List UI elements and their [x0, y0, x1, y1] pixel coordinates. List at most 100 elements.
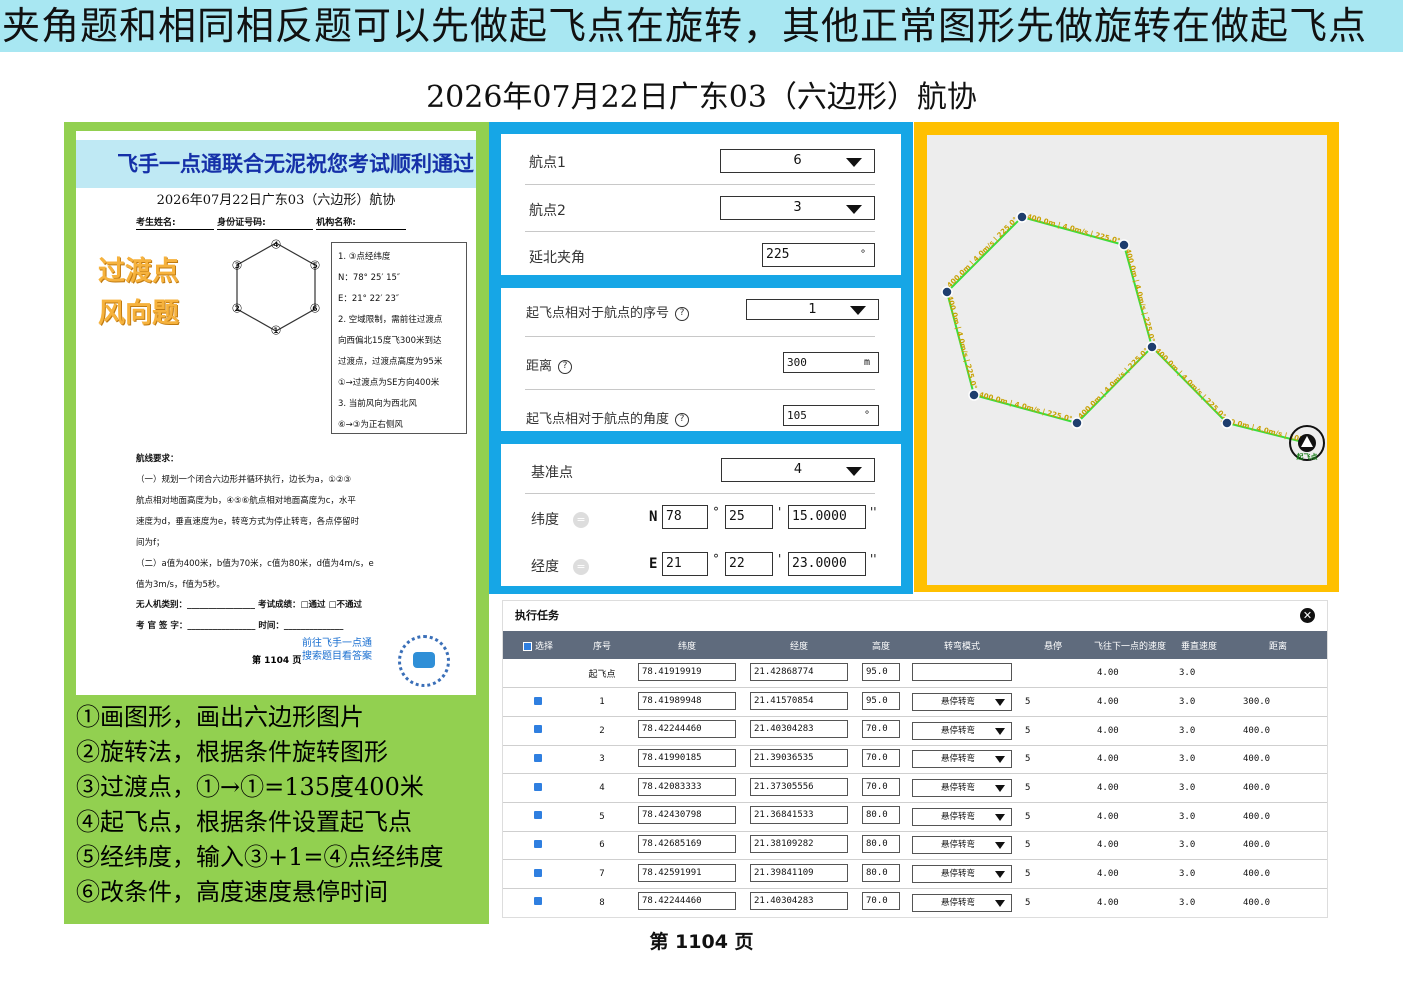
waypoint-5[interactable]	[941, 286, 953, 298]
takeoff-marker[interactable]: 起飞点	[1289, 425, 1325, 461]
lon-input[interactable]: 21.37305556	[750, 777, 848, 796]
help-icon[interactable]: ?	[675, 306, 690, 321]
row-checkbox[interactable]	[534, 839, 542, 848]
row-checkbox[interactable]	[534, 782, 542, 791]
turn-mode-select[interactable]: 悬停转弯	[912, 721, 1012, 740]
turn-mode-select[interactable]: 悬停转弯	[912, 836, 1012, 855]
route-map[interactable]: 300.0m | 4.0m/s | 105.0° 400.0m | 4.0m/s…	[927, 135, 1327, 585]
select-cell[interactable]	[503, 802, 573, 832]
row-checkbox[interactable]	[534, 753, 542, 762]
alt-input[interactable]: 80.0	[862, 834, 900, 853]
requirement-line: （二）a值为400米，b值为70米，c值为80米，d值为4m/s，e	[136, 559, 374, 569]
alt-input[interactable]: 70.0	[862, 777, 900, 796]
lat-input[interactable]: 78.41990185	[638, 748, 736, 767]
row-checkbox[interactable]	[534, 725, 542, 734]
distance-input[interactable]: 300 m	[783, 352, 879, 373]
select-cell[interactable]	[503, 659, 573, 689]
segment-label: 400.0m | 4.0m/s | 225.0°	[978, 391, 1073, 425]
distance-label: 距离	[526, 359, 553, 374]
waypoint-6[interactable]	[1016, 211, 1028, 223]
alt-input[interactable]: 95.0	[862, 691, 900, 710]
alt-input[interactable]: 95.0	[862, 662, 900, 681]
lat-input[interactable]: 78.42685169	[638, 834, 736, 853]
lon-degree-input[interactable]: 21	[662, 552, 708, 576]
waypoint-3[interactable]	[1071, 417, 1083, 429]
turn-mode-select[interactable]: 悬停转弯	[912, 750, 1012, 769]
select-cell[interactable]	[503, 773, 573, 803]
table-row[interactable]: 4 78.42083333 21.37305556 70.0 悬停转弯 5 4.00 3.0 4…	[503, 773, 1327, 803]
lon-input[interactable]: 21.36841533	[750, 806, 848, 825]
equals-icon[interactable]: =	[573, 559, 589, 575]
lat-input[interactable]: 78.42430798	[638, 806, 736, 825]
equals-icon[interactable]: =	[573, 512, 589, 528]
table-row[interactable]: 6 78.42685169 21.38109282 80.0 悬停转弯 5 4.00 3.0 4…	[503, 831, 1327, 861]
alt-input[interactable]: 70.0	[862, 748, 900, 767]
lat-input[interactable]: 78.42244460	[638, 720, 736, 739]
row-checkbox[interactable]	[534, 868, 542, 877]
turn-mode-select[interactable]: 悬停转弯	[912, 865, 1012, 884]
hover-cell: 5	[1017, 859, 1089, 889]
turn-mode-select[interactable]: 悬停转弯	[912, 893, 1012, 912]
wp1-select[interactable]: 6	[720, 149, 875, 173]
takeoff-angle-input[interactable]: 105 °	[783, 405, 879, 426]
select-all-checkbox[interactable]	[522, 641, 532, 651]
lat-minute-input[interactable]: 25	[725, 505, 773, 529]
lat-input[interactable]: 78.42244460	[638, 892, 736, 911]
table-row[interactable]: 8 78.42244460 21.40304283 70.0 悬停转弯 5 4.00 3.0 4…	[503, 888, 1327, 917]
takeoff-seq-select[interactable]: 1	[746, 299, 879, 320]
select-cell[interactable]	[503, 888, 573, 917]
row-checkbox[interactable]	[534, 696, 542, 705]
lon-second-input[interactable]: 23.0000	[788, 552, 866, 576]
base-point-select[interactable]: 4	[721, 458, 875, 482]
waypoint-7[interactable]	[1118, 239, 1130, 251]
lon-input[interactable]: 21.38109282	[750, 834, 848, 853]
lat-input[interactable]: 78.42083333	[638, 777, 736, 796]
wp1-label: 航点1	[529, 155, 566, 171]
lon-input[interactable]: 21.39036535	[750, 748, 848, 767]
wp2-select[interactable]: 3	[720, 196, 875, 220]
help-icon[interactable]: ?	[558, 359, 573, 374]
lat-input[interactable]: 78.42591991	[638, 863, 736, 882]
unit-degree: °	[863, 410, 870, 421]
select-cell[interactable]	[503, 745, 573, 775]
waypoint-1[interactable]	[1221, 417, 1233, 429]
alt-input[interactable]: 70.0	[862, 892, 900, 911]
waypoint-2[interactable]	[1146, 341, 1158, 353]
select-cell[interactable]	[503, 859, 573, 889]
lat-degree-input[interactable]: 78	[662, 505, 708, 529]
lat-second-input[interactable]: 15.0000	[788, 505, 866, 529]
north-angle-input[interactable]: 225 °	[762, 243, 875, 267]
alt-input[interactable]: 80.0	[862, 806, 900, 825]
lon-input[interactable]: 21.42868774	[750, 662, 848, 681]
select-cell[interactable]	[503, 716, 573, 746]
lon-input[interactable]: 21.40304283	[750, 720, 848, 739]
select-cell[interactable]	[503, 687, 573, 717]
help-icon[interactable]: ?	[675, 412, 690, 427]
lon-row-label: 经度 =	[531, 556, 589, 576]
close-icon[interactable]: ✕	[1300, 608, 1315, 623]
lon-minute-input[interactable]: 22	[725, 552, 773, 576]
lat-input[interactable]: 78.41989948	[638, 691, 736, 710]
table-row[interactable]: 7 78.42591991 21.39841109 80.0 悬停转弯 5 4.00 3.0 4…	[503, 859, 1327, 889]
table-row[interactable]: 起飞点 78.41919919 21.42868774 95.0 4.00 3.0	[503, 659, 1327, 689]
alt-input[interactable]: 70.0	[862, 720, 900, 739]
lon-input[interactable]: 21.40304283	[750, 892, 848, 911]
table-row[interactable]: 3 78.41990185 21.39036535 70.0 悬停转弯 5 4.00 3.0 4…	[503, 745, 1327, 775]
select-cell[interactable]	[503, 831, 573, 861]
alt-input[interactable]: 80.0	[862, 863, 900, 882]
table-row[interactable]: 1 78.41989948 21.41570854 95.0 悬停转弯 5 4.00 3.0 3…	[503, 687, 1327, 717]
table-row[interactable]: 5 78.42430798 21.36841533 80.0 悬停转弯 5 4.00 3.0 4…	[503, 802, 1327, 832]
waypoint-4[interactable]	[968, 389, 980, 401]
lon-input[interactable]: 21.39841109	[750, 863, 848, 882]
turn-mode-select[interactable]: 悬停转弯	[912, 807, 1012, 826]
row-checkbox[interactable]	[534, 897, 542, 906]
turn-mode-select[interactable]: 悬停转弯	[912, 693, 1012, 712]
turn-mode-select[interactable]: 悬停转弯	[912, 779, 1012, 798]
col-select[interactable]: 选择	[503, 631, 573, 659]
settings-panel: 航点1 6 航点2 3 延北夹角 225 ° 起飞点相对于航点的序号? 1 距离?…	[489, 122, 913, 594]
lat-input[interactable]: 78.41919919	[638, 662, 736, 681]
seq-cell: 起飞点	[573, 659, 631, 689]
table-row[interactable]: 2 78.42244460 21.40304283 70.0 悬停转弯 5 4.00 3.0 4…	[503, 716, 1327, 746]
row-checkbox[interactable]	[534, 811, 542, 820]
lon-input[interactable]: 21.41570854	[750, 691, 848, 710]
